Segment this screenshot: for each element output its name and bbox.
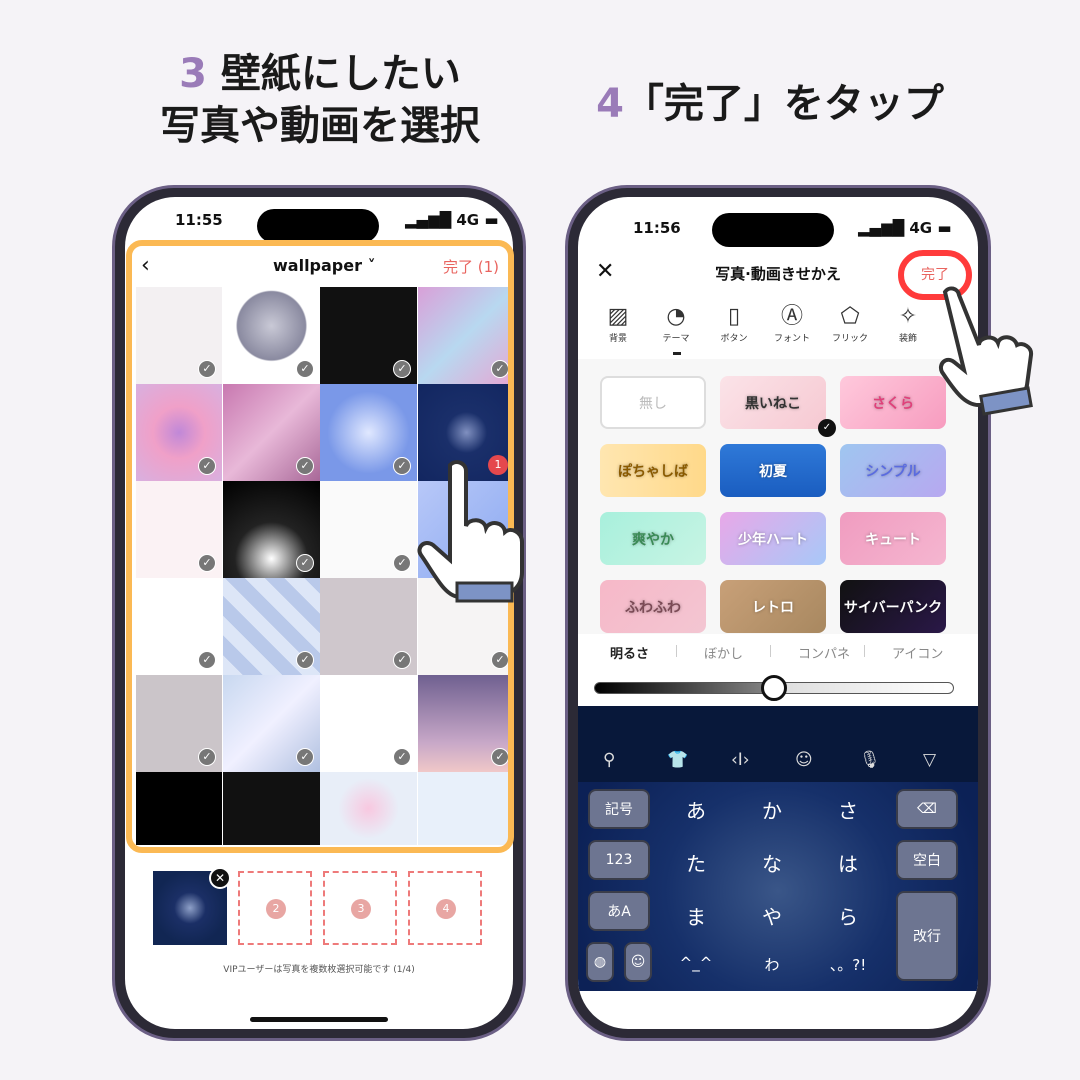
tab-divider (770, 645, 771, 657)
pointing-hand-icon (417, 460, 524, 603)
tool-label: 背景 (608, 334, 627, 344)
keyboard-kana-key[interactable]: わ (742, 954, 802, 975)
empty-slot[interactable]: 4 (408, 871, 482, 945)
adjust-tab[interactable]: コンパネ (798, 643, 850, 662)
keyboard-kana-key[interactable]: ら (828, 901, 868, 930)
keyboard-function-key[interactable]: あA (588, 891, 650, 931)
keyboard-cursor-icon[interactable]: ‹I› (731, 750, 750, 770)
keyboard-microphone-icon[interactable]: 🎙 (859, 750, 881, 770)
theme-option[interactable]: 黒いねこ (720, 376, 826, 429)
keyboard-search-icon[interactable]: ⚲ (603, 750, 615, 770)
tool-label: フリック (831, 334, 868, 344)
tool-icon: ▯ (727, 304, 741, 329)
status-time: 11:55 (175, 211, 223, 229)
keyboard-kana-key[interactable]: さ (828, 795, 868, 824)
keyboard-emoji-key[interactable]: ☺ (624, 942, 652, 982)
active-tab-indicator (673, 352, 681, 355)
adjust-tab[interactable]: ぼかし (704, 643, 743, 662)
keyboard-kana-key[interactable]: 、。?! (818, 954, 878, 975)
tool-label: フォント (773, 334, 810, 344)
tool-4[interactable]: ⬠ フリック (820, 303, 880, 344)
keyboard-kana-key[interactable]: か (752, 795, 792, 824)
dynamic-island (712, 213, 834, 247)
dynamic-island (257, 209, 379, 243)
keyboard-toolbar (578, 706, 978, 782)
pointing-hand-icon (939, 286, 1034, 416)
tab-divider (676, 645, 677, 657)
tool-label: テーマ (662, 334, 690, 344)
adjust-tab[interactable]: アイコン (892, 643, 943, 662)
tool-icon: ⬠ (840, 304, 860, 329)
keyboard-shirt-icon[interactable]: 👕 (667, 750, 688, 770)
theme-option[interactable]: レトロ (720, 580, 826, 633)
selected-check-icon: ✓ (818, 419, 836, 437)
tool-label: 装飾 (898, 334, 917, 344)
theme-option[interactable]: ふわふわ (600, 580, 706, 633)
tool-label: ボタン (720, 334, 748, 344)
empty-slot[interactable]: 3 (323, 871, 397, 945)
left-heading: 3 壁紙にしたい 写真や動画を選択 (90, 48, 550, 152)
theme-option[interactable]: 無し (600, 376, 706, 429)
status-network: ▂▄▆█ 4G ▬ (858, 219, 952, 237)
tool-icon: Ⓐ (780, 304, 803, 329)
tool-1[interactable]: ◔ テーマ (646, 303, 706, 344)
tool-icon: ▨ (607, 304, 629, 329)
keyboard-bear-face-icon[interactable]: ☺ (795, 750, 813, 770)
step-number: 3 (179, 51, 207, 97)
theme-option[interactable]: ぽちゃしば (600, 444, 706, 497)
tab-divider (864, 645, 865, 657)
tool-icon: ◔ (666, 304, 686, 329)
keyboard-kana-key[interactable]: ま (676, 901, 716, 930)
keyboard-kana-key[interactable]: た (676, 848, 716, 877)
status-network: ▂▄▆█ 4G ▬ (405, 211, 499, 229)
heading-line1: 壁紙にしたい (220, 51, 461, 97)
keyboard-kana-key[interactable]: あ (676, 795, 716, 824)
heading-text: 「完了」をタップ (623, 81, 944, 127)
keyboard-enter-key[interactable]: 改行 (896, 891, 958, 981)
keyboard-kana-key[interactable]: は (828, 848, 868, 877)
adjust-tab[interactable]: 明るさ (610, 643, 649, 662)
keyboard-function-key[interactable]: 123 (588, 840, 650, 880)
step-number: 4 (596, 81, 624, 127)
keyboard-kana-key[interactable]: や (752, 901, 792, 930)
keyboard-function-key[interactable]: 空白 (896, 840, 958, 880)
keyboard-globe-key[interactable]: ◍ (586, 942, 614, 982)
theme-option[interactable]: シンプル (840, 444, 946, 497)
keyboard-kana-key[interactable]: な (752, 848, 792, 877)
vip-note: VIPユーザーは写真を複数枚選択可能です (1/4) (223, 965, 415, 975)
keyboard-kana-key[interactable]: ^_^ (666, 954, 726, 972)
theme-option[interactable]: キュート (840, 512, 946, 565)
heading-line2: 写真や動画を選択 (160, 103, 480, 149)
theme-option[interactable]: 初夏 (720, 444, 826, 497)
status-time: 11:56 (633, 219, 681, 237)
keyboard-function-key[interactable]: 記号 (588, 789, 650, 829)
remove-selection-icon[interactable]: ✕ (209, 867, 231, 889)
theme-option[interactable]: 爽やか (600, 512, 706, 565)
right-heading: 4「完了」をタップ (560, 78, 980, 130)
tool-0[interactable]: ▨ 背景 (588, 303, 648, 344)
keyboard-collapse-icon[interactable]: ▽ (923, 750, 936, 770)
brightness-slider-handle[interactable] (761, 675, 787, 701)
keyboard-function-key[interactable]: ⌫ (896, 789, 958, 829)
theme-option[interactable]: 少年ハート (720, 512, 826, 565)
tool-2[interactable]: ▯ ボタン (704, 303, 764, 344)
empty-slot[interactable]: 2 (238, 871, 312, 945)
home-indicator (250, 1017, 388, 1022)
right-phone-screen: 11:56 ▂▄▆█ 4G ▬ ✕ 写真·動画きせかえ 完了 ▨ 背景 ◔ テーマ ▯ ボ… (578, 197, 978, 1029)
theme-option[interactable]: サイバーパンク (840, 580, 946, 633)
tool-3[interactable]: Ⓐ フォント (762, 303, 822, 344)
